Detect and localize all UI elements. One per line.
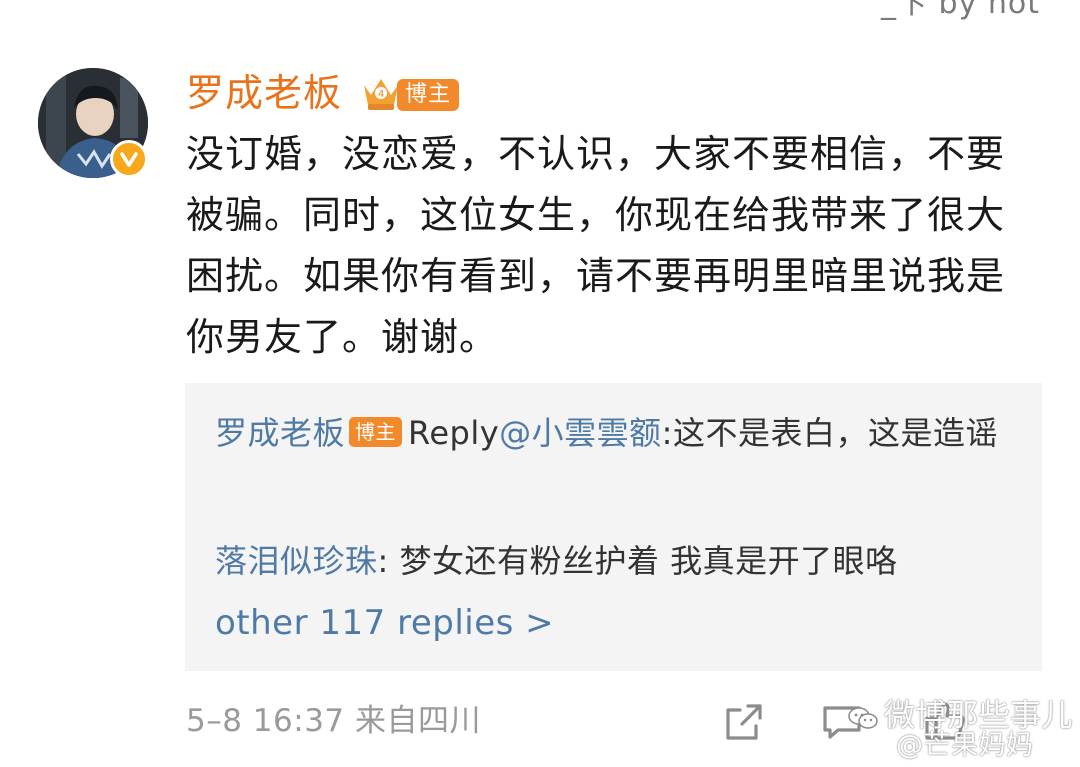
svg-text:4: 4	[378, 89, 384, 100]
verified-icon	[110, 140, 148, 178]
more-replies-link[interactable]: other 117 replies >	[215, 597, 554, 649]
wechat-icon	[848, 707, 878, 729]
top-cut-text: _卞 by not	[881, 0, 1040, 21]
post-text: 没订婚，没恋爱，不认识，大家不要相信，不要被骗。同时，这位女生，你现在给我带来了…	[186, 132, 1006, 359]
post-username[interactable]: 罗成老板	[186, 68, 342, 118]
reply-username[interactable]: 罗成老板	[215, 414, 345, 452]
replies-panel: 罗成老板 博主 Reply@小雲雲额:这不是表白，这是造谣 落泪似珍珠: 梦女还有粉…	[185, 383, 1042, 671]
reply-username[interactable]: 落泪似珍珠	[215, 542, 378, 580]
reply-item: 落泪似珍珠: 梦女还有粉丝护着 我真是开了眼咯	[215, 535, 1015, 587]
reply-prefix: Reply	[408, 414, 500, 452]
reply-blogger-badge: 博主	[349, 417, 403, 447]
reply-text: :这不是表白，这是造谣	[661, 414, 998, 452]
blogger-badge: 博主	[397, 79, 460, 111]
reply-text: : 梦女还有粉丝护着 我真是开了眼咯	[377, 542, 898, 580]
share-icon[interactable]	[722, 700, 766, 744]
reply-item: 罗成老板 博主 Reply@小雲雲额:这不是表白，这是造谣	[215, 407, 1015, 459]
crown-level-icon: 4	[364, 79, 398, 110]
reply-mention[interactable]: @小雲雲额	[499, 414, 662, 452]
post-time-source: 5–8 16:37 来自四川	[186, 703, 481, 739]
watermark-account: @芒果妈妈	[896, 730, 1034, 761]
